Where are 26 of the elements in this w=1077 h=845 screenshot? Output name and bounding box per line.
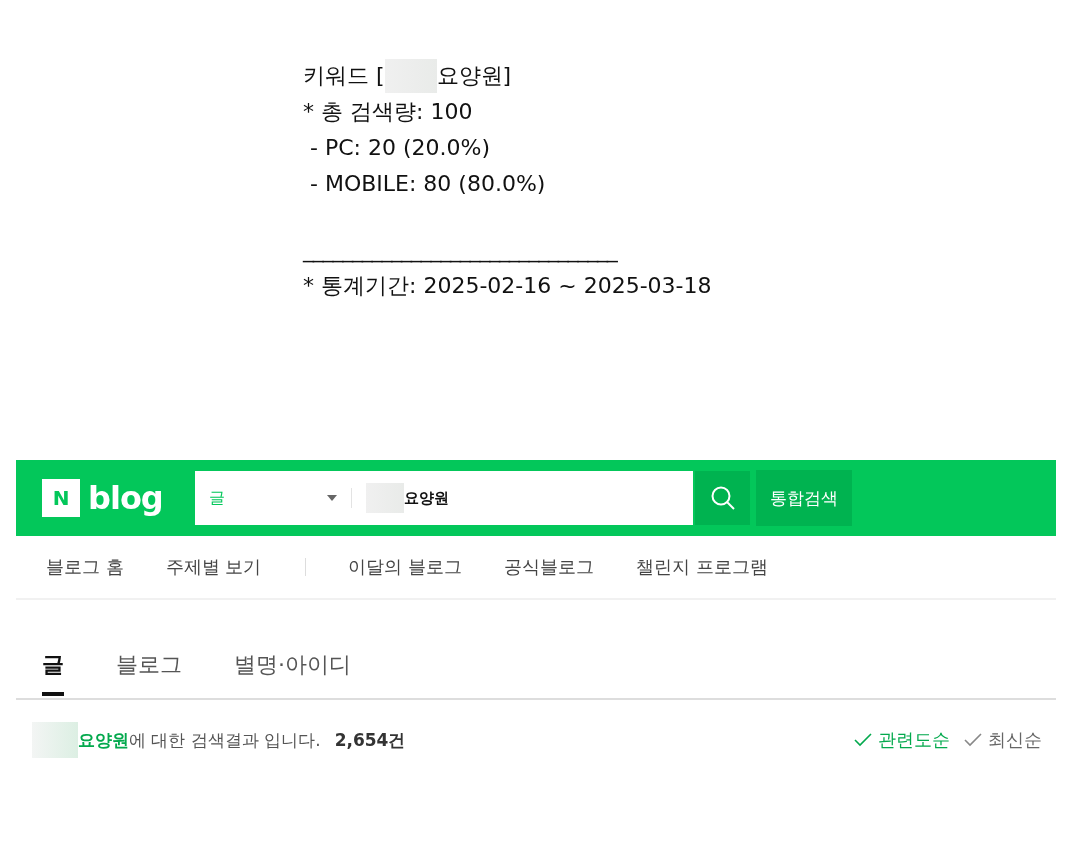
nav-link[interactable]: 챌린지 프로그램 — [636, 555, 768, 579]
stat-line: - PC: 20 (20.0%) — [309, 134, 490, 162]
caret-icon — [327, 495, 337, 501]
stat-line: - MOBILE: 80 (80.0%) — [309, 170, 546, 198]
search-button[interactable] — [695, 471, 750, 525]
nav-link[interactable]: 공식블로그 — [504, 555, 595, 579]
tab[interactable]: 글 — [42, 638, 64, 696]
result-summary: 요양원에 대한 검색결과 입니다. — [78, 728, 321, 752]
keyword-text: 요양원] — [436, 62, 512, 90]
nav-link[interactable]: 이달의 블로그 — [348, 555, 463, 579]
tab[interactable]: 별명·아이디 — [234, 638, 351, 696]
separator-line: ________________________________ — [303, 236, 619, 265]
search-icon — [709, 485, 736, 511]
sort-option[interactable]: 최신순 — [964, 728, 1042, 752]
check-icon — [854, 733, 872, 747]
keyword-label: 키워드 [ — [303, 62, 385, 90]
stat-line: * 총 검색량: 100 — [303, 98, 473, 126]
period-line: * 통계기간: 2025-02-16 ~ 2025-03-18 — [303, 272, 712, 300]
tab[interactable]: 블로그 — [116, 638, 182, 696]
redaction-block — [32, 722, 78, 758]
result-count: 2,654건 — [334, 728, 406, 752]
search-field[interactable]: 글 요양원 — [195, 471, 693, 525]
nav-link[interactable]: 주제별 보기 — [165, 555, 262, 579]
search-value: 요양원 — [404, 488, 449, 508]
check-icon — [964, 733, 982, 747]
nav-link[interactable]: 블로그 홈 — [46, 555, 124, 579]
